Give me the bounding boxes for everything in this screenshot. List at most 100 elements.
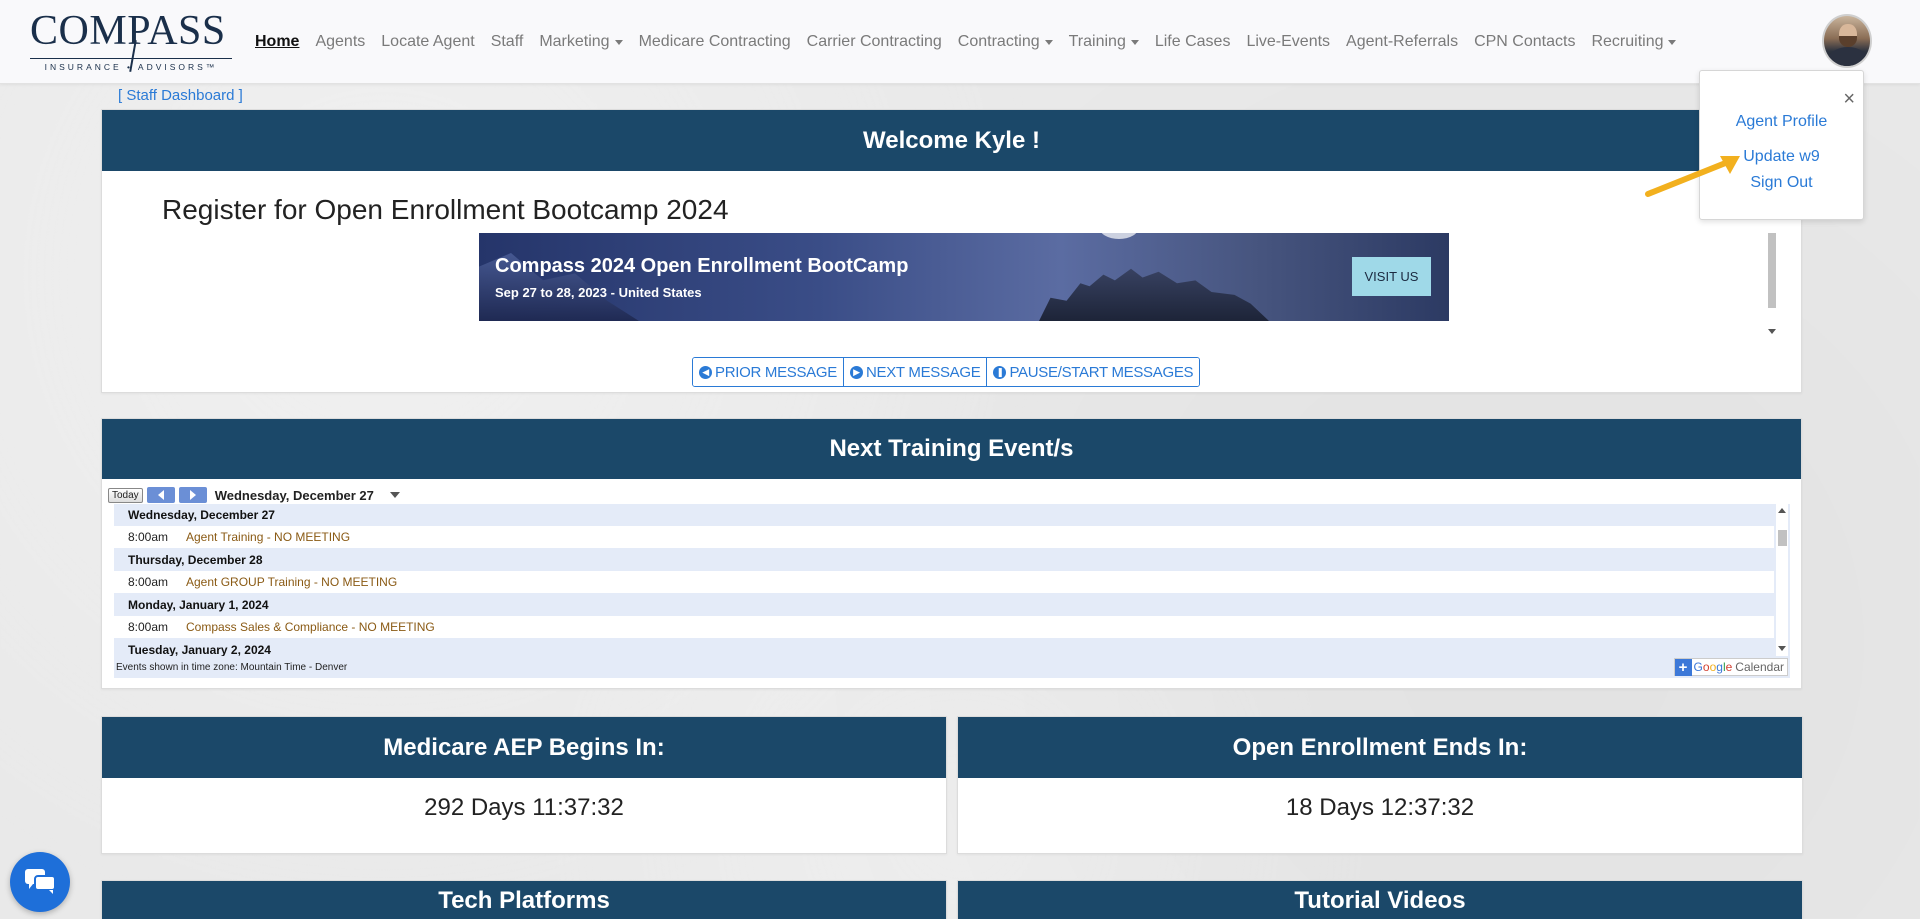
agenda-event[interactable]: 8:00am Agent GROUP Training - NO MEETING — [114, 571, 1774, 594]
nav-label: CPN Contacts — [1474, 33, 1576, 50]
agenda-day-header: Thursday, December 28 — [114, 549, 1790, 571]
event-time: 8:00am — [128, 575, 169, 589]
scroll-down-icon[interactable] — [1778, 646, 1786, 651]
tutorial-videos-card: Tutorial Videos — [957, 880, 1803, 919]
next-message-button[interactable]: ▶ NEXT MESSAGE — [843, 358, 988, 386]
update-w9-link[interactable]: Update w9 — [1700, 148, 1863, 166]
event-time: 8:00am — [128, 620, 169, 634]
sign-out-link[interactable]: Sign Out — [1700, 174, 1863, 192]
pause-start-messages-button[interactable]: ❚ PAUSE/START MESSAGES — [987, 358, 1200, 386]
banner-castle-graphic — [1039, 268, 1269, 321]
banner-moon-graphic — [1099, 233, 1139, 239]
live-chat-button[interactable] — [10, 852, 70, 912]
welcome-card: Welcome Kyle ! Register for Open Enrollm… — [101, 109, 1802, 393]
scrollbar-thumb[interactable] — [1778, 530, 1787, 546]
avatar-beard — [1839, 36, 1857, 47]
staff-dashboard-link[interactable]: [ Staff Dashboard ] — [118, 87, 243, 104]
nav-item-carrier-contracting[interactable]: Carrier Contracting — [807, 33, 942, 51]
agenda-event[interactable]: 8:00am Compass Sales & Compliance - NO M… — [114, 616, 1774, 639]
agenda-day-header: Tuesday, January 2, 2024 — [114, 639, 1790, 656]
profile-dropdown-menu: × Agent Profile Update w9 Sign Out — [1699, 70, 1864, 220]
tech-platforms-card: Tech Platforms — [101, 880, 947, 919]
gcal-letter: g — [1716, 660, 1723, 674]
agenda-day-header: Wednesday, December 27 — [114, 504, 1790, 526]
button-label: PRIOR MESSAGE — [715, 363, 837, 381]
calendar-toolbar: Today Wednesday, December 27 — [108, 486, 400, 504]
bootcamp-banner[interactable]: Compass 2024 Open Enrollment BootCamp Se… — [479, 233, 1449, 321]
nav-item-home[interactable]: Home — [255, 33, 299, 51]
nav-item-contracting[interactable]: Contracting — [958, 33, 1053, 51]
pause-circle-icon: ❚ — [993, 365, 1007, 379]
arrow-right-circle-icon: ▶ — [849, 365, 863, 379]
nav-label: Agent-Referrals — [1346, 33, 1459, 50]
nav-item-training[interactable]: Training — [1069, 33, 1139, 51]
gcal-letter: o — [1709, 660, 1717, 674]
event-title[interactable]: Agent Training - NO MEETING — [186, 530, 350, 544]
nav-label: Marketing — [539, 33, 610, 50]
scroll-down-icon[interactable] — [1768, 329, 1776, 334]
nav-label: Home — [255, 33, 300, 50]
visit-us-button[interactable]: VISIT US — [1352, 257, 1431, 296]
banner-subtitle: Sep 27 to 28, 2023 - United States — [495, 285, 702, 300]
gcal-letter: e — [1725, 660, 1733, 674]
nav-label: Training — [1068, 33, 1126, 50]
google-calendar-button[interactable]: + Google Calendar — [1673, 658, 1788, 676]
nav-item-agent-referrals[interactable]: Agent-Referrals — [1346, 33, 1458, 51]
agenda-day-header: Monday, January 1, 2024 — [114, 594, 1790, 616]
calendar-agenda[interactable]: Wednesday, December 27 8:00am Agent Trai… — [114, 504, 1790, 656]
button-label: PAUSE/START MESSAGES — [1009, 363, 1194, 381]
tutorial-videos-header: Tutorial Videos — [958, 881, 1802, 919]
nav-item-staff[interactable]: Staff — [491, 33, 524, 51]
caret-down-icon — [614, 39, 623, 45]
logo-wordmark: COMPASS — [30, 8, 226, 54]
nav-item-life-cases[interactable]: Life Cases — [1155, 33, 1231, 51]
nav-item-cpn-contacts[interactable]: CPN Contacts — [1474, 33, 1575, 51]
event-title[interactable]: Agent GROUP Training - NO MEETING — [186, 575, 397, 589]
gcal-calendar-label: Calendar — [1735, 660, 1784, 674]
nav-item-medicare-contracting[interactable]: Medicare Contracting — [639, 33, 791, 51]
chevron-right-icon — [189, 490, 196, 500]
user-avatar[interactable] — [1822, 14, 1872, 68]
calendar-footer: Events shown in time zone: Mountain Time… — [114, 656, 1790, 678]
nav-item-recruiting[interactable]: Recruiting — [1591, 33, 1677, 51]
chat-bubble-icon — [25, 869, 56, 894]
prior-message-button[interactable]: ◀ PRIOR MESSAGE — [693, 358, 844, 386]
compass-logo[interactable]: COMPASS INSURANCE • ADVISORS™ — [30, 10, 232, 72]
nav-item-marketing[interactable]: Marketing — [539, 33, 623, 51]
scroll-up-icon[interactable] — [1778, 508, 1786, 513]
caret-down-icon — [1130, 39, 1139, 45]
logo-rule — [30, 58, 232, 59]
nav-label: Agents — [315, 33, 366, 50]
agent-profile-link[interactable]: Agent Profile — [1700, 113, 1863, 131]
main-nav: Home Agents Locate Agent Staff Marketing… — [255, 30, 1692, 54]
gcal-letter: G — [1693, 660, 1703, 674]
nav-label: Carrier Contracting — [806, 33, 942, 50]
caret-down-icon — [1668, 39, 1677, 45]
agenda-scrollbar[interactable] — [1776, 504, 1788, 656]
chevron-left-icon — [157, 490, 164, 500]
scrollbar-thumb[interactable] — [1768, 233, 1776, 308]
agenda-event[interactable]: 8:00am Agent Training - NO MEETING — [114, 526, 1774, 549]
avatar-body — [1827, 47, 1869, 66]
nav-label: Recruiting — [1591, 33, 1664, 50]
nav-label: Medicare Contracting — [638, 33, 791, 50]
calendar-today-button[interactable]: Today — [108, 487, 143, 503]
arrow-left-circle-icon: ◀ — [699, 365, 712, 379]
tech-platforms-header: Tech Platforms — [102, 881, 946, 919]
nav-item-locate-agent[interactable]: Locate Agent — [381, 33, 474, 51]
calendar-next-button[interactable] — [178, 487, 207, 503]
medicare-aep-countdown-card: Medicare AEP Begins In: 292 Days 11:37:3… — [101, 716, 947, 854]
nav-label: Live-Events — [1246, 33, 1331, 50]
nav-item-live-events[interactable]: Live-Events — [1246, 33, 1330, 51]
chevron-down-icon[interactable] — [389, 492, 400, 498]
countdown-header: Open Enrollment Ends In: — [958, 717, 1802, 778]
nav-item-agents[interactable]: Agents — [315, 33, 365, 51]
event-title[interactable]: Compass Sales & Compliance - NO MEETING — [186, 620, 435, 634]
close-icon[interactable]: × — [1843, 89, 1855, 109]
training-events-card: Next Training Event/s Today Wednesday, D… — [101, 418, 1802, 689]
calendar-current-date: Wednesday, December 27 — [214, 487, 374, 503]
calendar-prev-button[interactable] — [146, 487, 175, 503]
welcome-header: Welcome Kyle ! — [102, 110, 1801, 171]
event-time: 8:00am — [128, 530, 169, 544]
caret-down-icon — [1044, 39, 1053, 45]
